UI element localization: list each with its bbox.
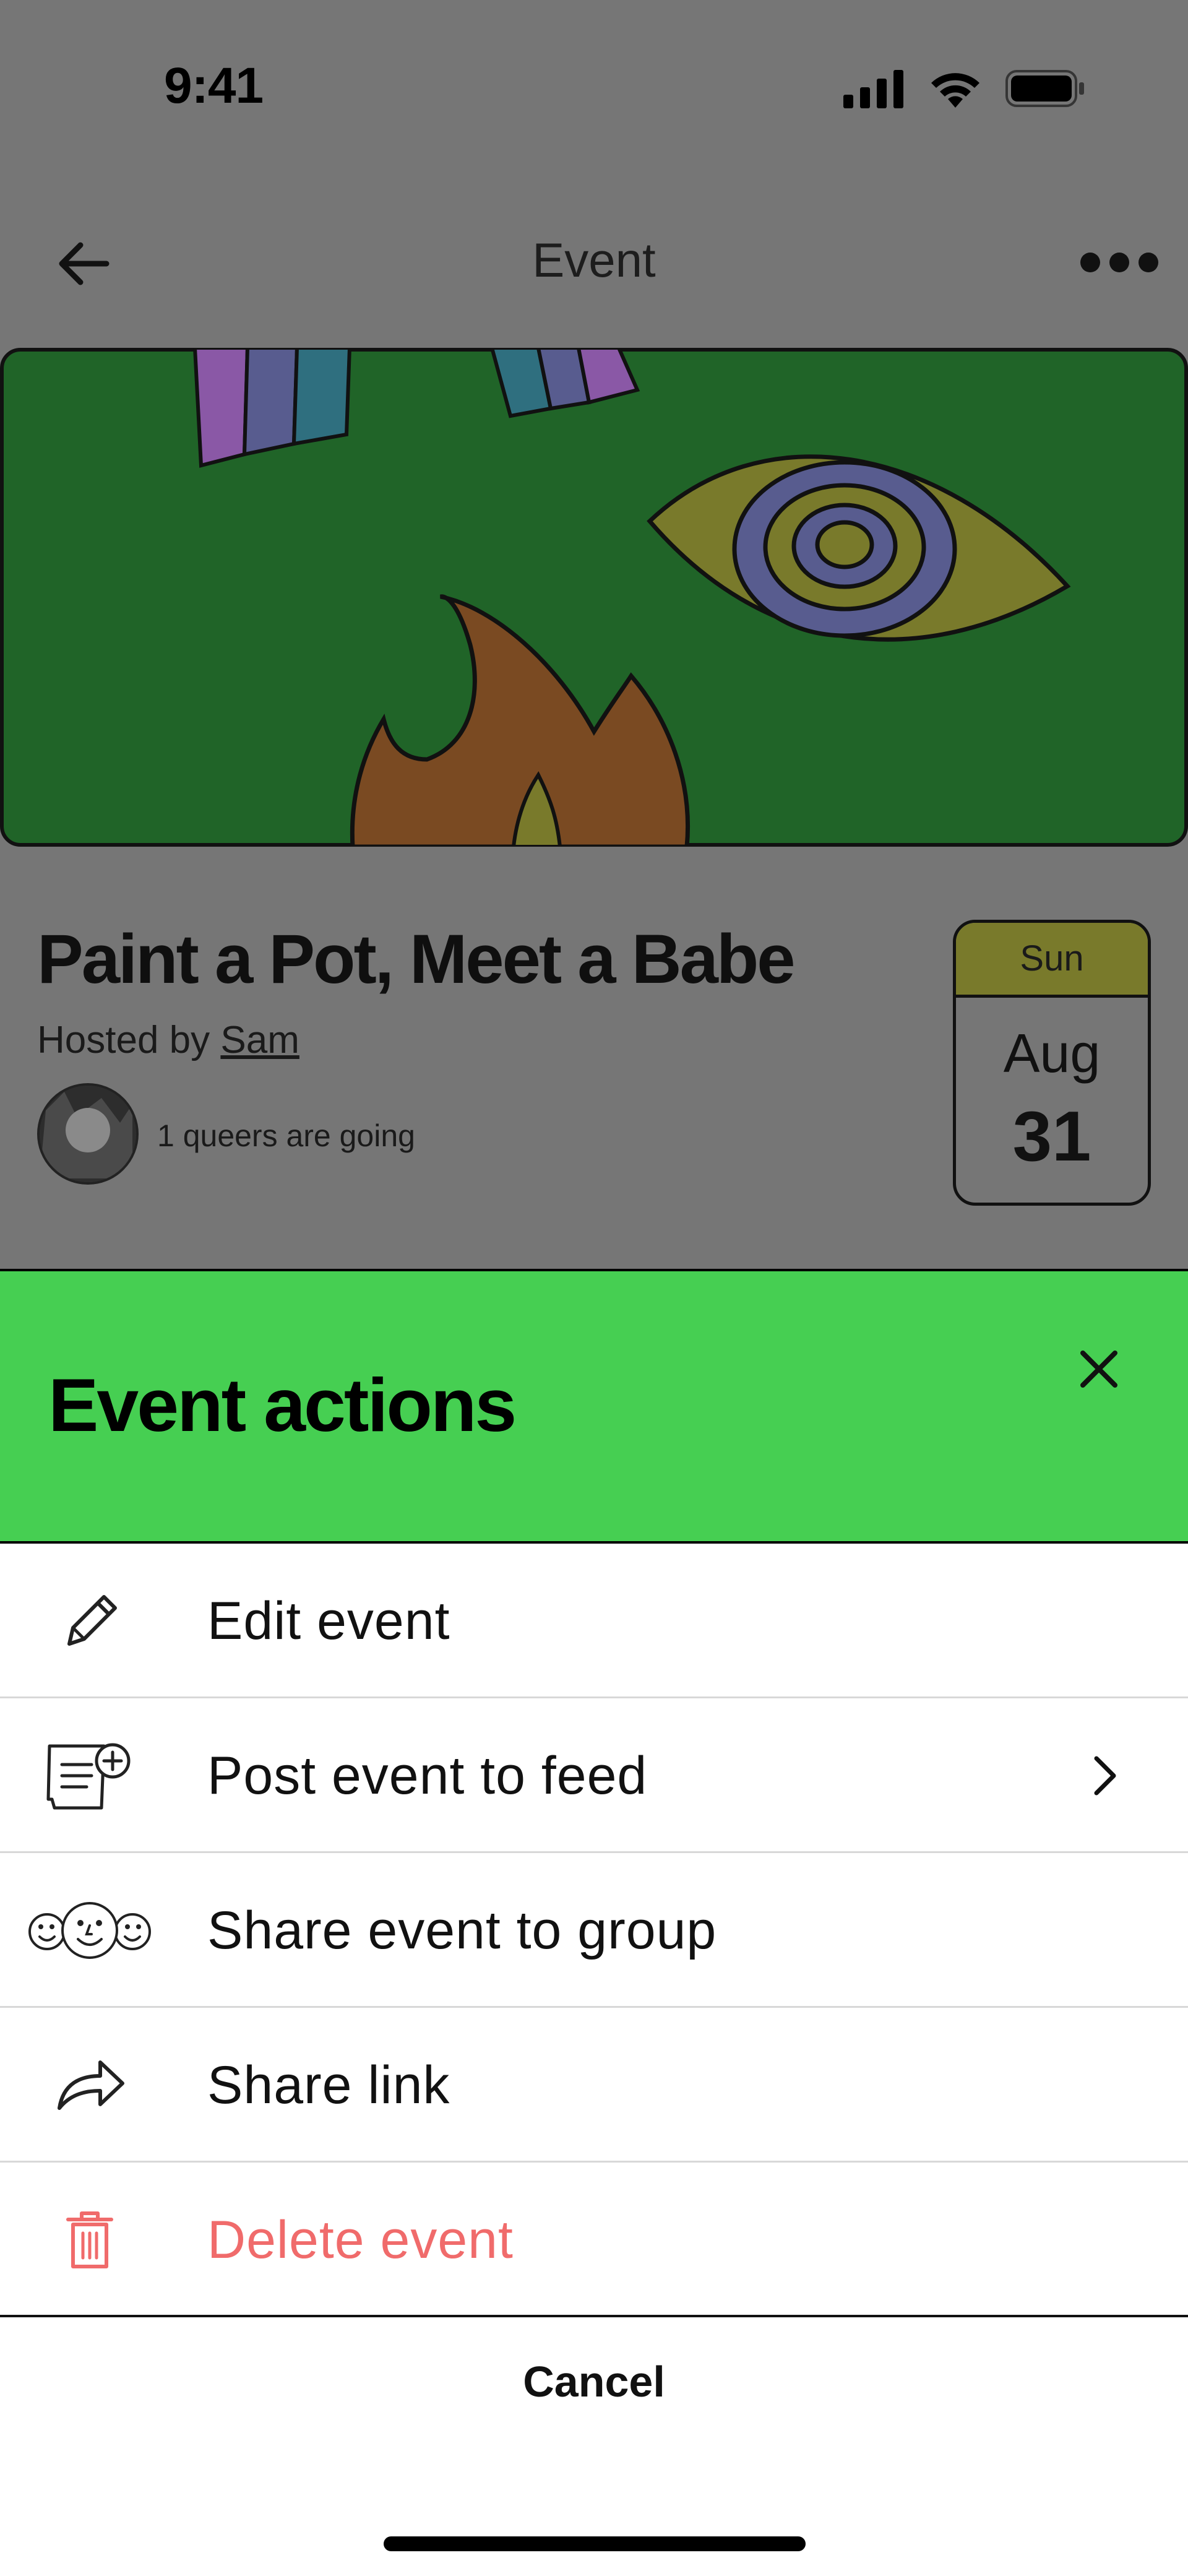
more-options-icon[interactable] <box>1079 246 1160 279</box>
trash-icon <box>25 2190 155 2289</box>
share-link-label: Share link <box>207 2055 450 2115</box>
wifi-icon <box>931 73 979 108</box>
close-icon[interactable] <box>1067 1337 1131 1401</box>
nav-title: Event <box>532 233 656 287</box>
delete-event-button[interactable]: Delete event <box>0 2163 1188 2317</box>
share-link-button[interactable]: Share link <box>0 2008 1188 2163</box>
delete-event-label: Delete event <box>207 2210 514 2270</box>
hosted-by-text: Hosted by Sam <box>37 1018 299 1062</box>
attendee-avatar[interactable] <box>37 1083 139 1185</box>
post-to-feed-label: Post event to feed <box>207 1746 648 1805</box>
share-to-group-button[interactable]: Share event to group <box>0 1853 1188 2008</box>
date-month: Aug <box>1003 1022 1101 1084</box>
date-weekday: Sun <box>956 923 1148 998</box>
event-banner-image <box>0 348 1188 847</box>
share-arrow-icon <box>25 2036 155 2135</box>
signal-icon <box>843 70 903 108</box>
post-to-feed-icon <box>25 1726 155 1825</box>
status-time: 9:41 <box>164 58 264 114</box>
share-to-group-label: Share event to group <box>207 1901 717 1960</box>
edit-event-button[interactable]: Edit event <box>0 1544 1188 1698</box>
event-title: Paint a Pot, Meet a Babe <box>37 920 796 998</box>
attendance-count: 1 queers are going <box>157 1118 415 1153</box>
avatar-image <box>40 1086 136 1182</box>
group-faces-icon <box>25 1881 155 1980</box>
home-indicator[interactable] <box>384 2536 806 2551</box>
pencil-icon <box>25 1571 155 1671</box>
chevron-right-icon <box>1094 1756 1116 1796</box>
hosted-by-label: Hosted by <box>37 1019 221 1061</box>
cancel-button[interactable]: Cancel <box>0 2357 1188 2406</box>
date-badge: Sun Aug 31 <box>953 920 1151 1206</box>
edit-event-label: Edit event <box>207 1591 450 1651</box>
host-link[interactable]: Sam <box>220 1019 299 1061</box>
post-to-feed-button[interactable]: Post event to feed <box>0 1698 1188 1853</box>
action-sheet-title: Event actions <box>48 1363 517 1447</box>
status-icons <box>843 68 1086 109</box>
battery-icon <box>1005 70 1084 107</box>
date-day-number: 31 <box>1012 1097 1091 1176</box>
